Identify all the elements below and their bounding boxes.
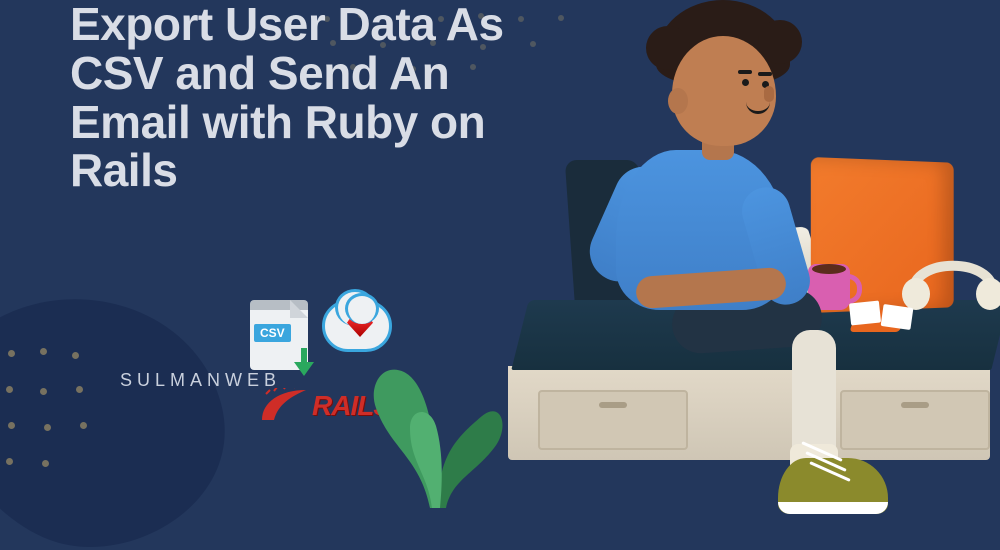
- csv-label: CSV: [254, 324, 291, 342]
- person-illustration: [602, 20, 832, 350]
- brand-name: SULMANWEB: [120, 370, 281, 391]
- person-ear: [668, 88, 688, 114]
- download-arrow-icon: [294, 348, 314, 376]
- decorative-dots-bottom: [0, 340, 120, 500]
- headphones-icon: [898, 242, 1000, 312]
- shoe-laces: [800, 450, 860, 478]
- desk-drawer-left: [538, 390, 688, 450]
- nose: [764, 86, 774, 102]
- desk-drawer-right: [840, 390, 990, 450]
- eyebrow: [738, 70, 752, 74]
- plant-icon: [360, 308, 510, 508]
- eyebrow: [758, 72, 772, 76]
- rails-swoosh-icon: [260, 388, 308, 422]
- illustration-developer-at-desk: [460, 0, 1000, 500]
- sticky-note: [849, 300, 881, 325]
- eye: [742, 79, 749, 86]
- sticky-note: [881, 304, 914, 330]
- csv-file-icon: CSV: [250, 300, 308, 370]
